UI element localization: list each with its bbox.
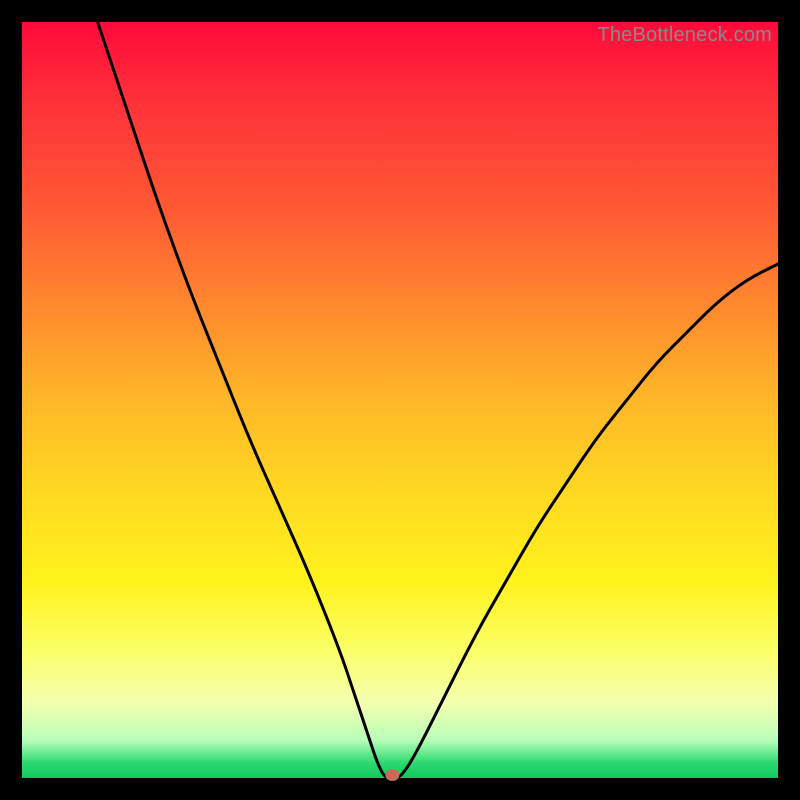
chart-plot-area: TheBottleneck.com <box>22 22 778 778</box>
chart-frame: TheBottleneck.com <box>0 0 800 800</box>
minimum-marker <box>385 769 399 781</box>
curve-path <box>98 22 778 778</box>
bottleneck-curve <box>22 22 778 778</box>
